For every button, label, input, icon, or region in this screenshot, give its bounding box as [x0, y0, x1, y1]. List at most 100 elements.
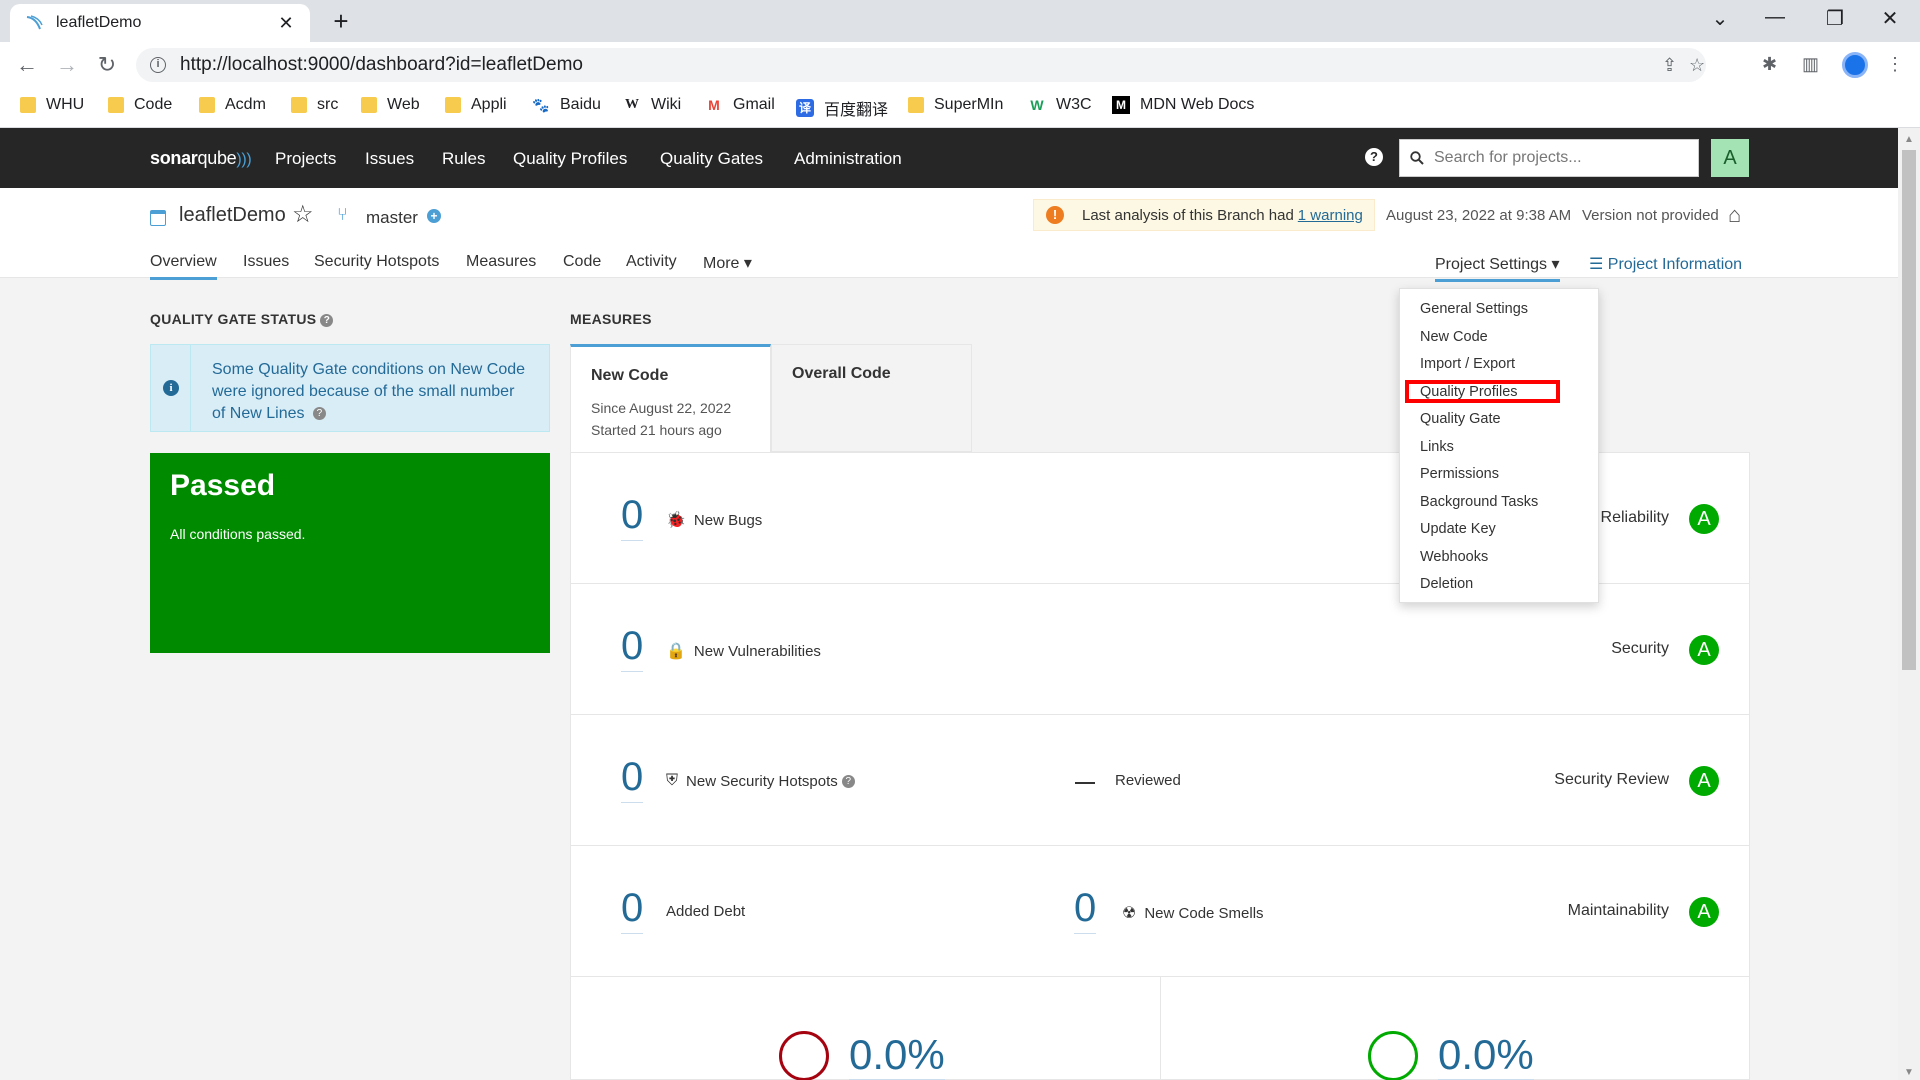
profile-avatar-icon[interactable]: [1842, 52, 1868, 78]
bookmark-src[interactable]: src: [291, 96, 338, 114]
tab-activity[interactable]: Activity: [626, 253, 677, 271]
bookmark-whu[interactable]: WHU: [20, 96, 84, 114]
nav-issues[interactable]: Issues: [365, 149, 414, 169]
coverage-value[interactable]: 0.0%: [849, 1031, 945, 1080]
reliability-rating[interactable]: A: [1689, 504, 1719, 534]
project-settings-dropdown: General Settings New Code Import / Expor…: [1399, 288, 1599, 603]
security-rating[interactable]: A: [1689, 635, 1719, 665]
sonarqube-logo[interactable]: sonarqube))): [150, 148, 252, 169]
menu-general-settings[interactable]: General Settings: [1420, 301, 1528, 317]
menu-quality-profiles[interactable]: Quality Profiles: [1420, 384, 1518, 400]
tab-overall-code[interactable]: Overall Code: [771, 344, 972, 452]
forward-icon[interactable]: →: [53, 51, 81, 79]
nav-administration[interactable]: Administration: [794, 149, 902, 169]
nav-quality-gates[interactable]: Quality Gates: [660, 149, 763, 169]
bookmark-gmail[interactable]: M Gmail: [705, 96, 775, 114]
menu-webhooks[interactable]: Webhooks: [1420, 549, 1488, 565]
lock-icon: 🔒: [666, 643, 686, 660]
tab-security-hotspots[interactable]: Security Hotspots: [314, 253, 439, 271]
menu-links[interactable]: Links: [1420, 439, 1454, 455]
quality-gate-status: Passed: [170, 469, 276, 502]
branch-add-icon[interactable]: +: [427, 209, 441, 223]
sonarqube-favicon-icon: [26, 15, 43, 30]
nav-quality-profiles[interactable]: Quality Profiles: [513, 149, 627, 169]
wikipedia-icon: W: [625, 97, 639, 112]
project-name[interactable]: leafletDemo: [179, 204, 286, 227]
side-panel-icon[interactable]: ▥: [1802, 54, 1819, 75]
new-vulnerabilities-label: New Vulnerabilities: [693, 642, 821, 660]
new-bugs-value[interactable]: 0: [621, 493, 644, 541]
help-icon[interactable]: ?: [1365, 148, 1383, 166]
tab-close-icon[interactable]: ✕: [276, 13, 296, 34]
scroll-up-icon[interactable]: ▲: [1904, 134, 1914, 145]
tab-overview[interactable]: Overview: [150, 253, 217, 280]
share-icon[interactable]: ⇪: [1662, 48, 1677, 82]
scroll-down-icon[interactable]: ▼: [1904, 1067, 1914, 1078]
bookmark-mdn[interactable]: M MDN Web Docs: [1112, 96, 1254, 114]
maintainability-rating[interactable]: A: [1689, 897, 1719, 927]
menu-deletion[interactable]: Deletion: [1420, 576, 1473, 592]
security-review-rating[interactable]: A: [1689, 766, 1719, 796]
nav-rules[interactable]: Rules: [442, 149, 485, 169]
site-info-icon[interactable]: i: [150, 57, 166, 73]
menu-import-export[interactable]: Import / Export: [1420, 356, 1515, 372]
quality-gate-info-text: Some Quality Gate conditions on New Code…: [212, 361, 526, 422]
browser-tab[interactable]: leafletDemo ✕: [10, 4, 310, 42]
warning-link[interactable]: 1 warning: [1298, 207, 1363, 224]
back-icon[interactable]: ←: [13, 51, 41, 79]
url-omnibox[interactable]: i http://localhost:9000/dashboard?id=lea…: [136, 48, 1706, 82]
menu-update-key[interactable]: Update Key: [1420, 521, 1496, 537]
browser-menu-icon[interactable]: ⋮: [1886, 54, 1904, 75]
tab-code[interactable]: Code: [563, 253, 601, 271]
bookmark-acdm[interactable]: Acdm: [199, 96, 266, 114]
help-icon[interactable]: ?: [312, 407, 326, 421]
new-hotspots-value[interactable]: 0: [621, 755, 644, 803]
project-settings-button[interactable]: Project Settings ▾: [1435, 254, 1560, 282]
branch-name[interactable]: master: [366, 208, 418, 228]
new-code-smells-value[interactable]: 0: [1074, 886, 1097, 934]
measures-title: MEASURES: [570, 311, 652, 327]
bookmark-appli[interactable]: Appli: [445, 96, 507, 114]
bookmark-supermin[interactable]: SuperMIn: [908, 96, 1003, 114]
added-debt-value[interactable]: 0: [621, 886, 644, 934]
menu-new-code[interactable]: New Code: [1420, 329, 1488, 345]
tab-issues[interactable]: Issues: [243, 253, 289, 271]
tab-measures[interactable]: Measures: [466, 253, 536, 271]
menu-background-tasks[interactable]: Background Tasks: [1420, 494, 1538, 510]
duplications-value[interactable]: 0.0%: [1438, 1031, 1534, 1080]
user-avatar[interactable]: A: [1711, 139, 1749, 177]
scroll-thumb[interactable]: [1902, 150, 1916, 670]
bookmark-star-icon[interactable]: ☆: [1689, 48, 1705, 82]
reload-icon[interactable]: ↻: [93, 51, 121, 79]
restore-icon[interactable]: ❐: [1815, 6, 1855, 31]
page-scrollbar[interactable]: ▲ ▼: [1898, 128, 1920, 1080]
bookmark-code[interactable]: Code: [108, 96, 172, 114]
new-vulnerabilities-value[interactable]: 0: [621, 624, 644, 672]
nav-projects[interactable]: Projects: [275, 149, 336, 169]
measure-row-vulnerabilities: 0 🔒 New Vulnerabilities Security A: [571, 584, 1749, 715]
bookmark-w3c[interactable]: W W3C: [1028, 96, 1091, 114]
extensions-icon[interactable]: ✱: [1762, 54, 1777, 75]
menu-quality-gate[interactable]: Quality Gate: [1420, 411, 1501, 427]
menu-permissions[interactable]: Permissions: [1420, 466, 1499, 482]
tab-new-code[interactable]: New Code Since August 22, 2022 Started 21…: [570, 344, 771, 452]
new-tab-button[interactable]: +: [326, 8, 356, 34]
favorite-star-icon[interactable]: ☆: [292, 200, 314, 229]
search-input[interactable]: [1434, 149, 1684, 167]
home-icon[interactable]: ⌂: [1728, 202, 1741, 228]
bookmark-web[interactable]: Web: [361, 96, 420, 114]
help-icon[interactable]: ?: [320, 313, 334, 327]
tab-more[interactable]: More ▾: [703, 253, 752, 273]
folder-icon: [445, 97, 461, 113]
project-information-button[interactable]: ☰ Project Information: [1589, 254, 1742, 274]
close-window-icon[interactable]: ✕: [1870, 6, 1910, 31]
url-text[interactable]: http://localhost:9000/dashboard?id=leafl…: [180, 54, 583, 76]
minimize-icon[interactable]: —: [1755, 6, 1795, 29]
project-search-box[interactable]: [1399, 139, 1699, 177]
tab-search-icon[interactable]: ⌄: [1700, 6, 1740, 31]
bookmark-wiki[interactable]: W Wiki: [623, 96, 681, 114]
bookmark-baidu[interactable]: 🐾 Baidu: [532, 96, 601, 114]
bookmark-baidu-translate[interactable]: 译百度翻译: [796, 96, 888, 120]
help-icon[interactable]: ?: [841, 774, 855, 788]
browser-tab-bar: leafletDemo ✕ + ⌄ — ❐ ✕: [0, 0, 1920, 42]
